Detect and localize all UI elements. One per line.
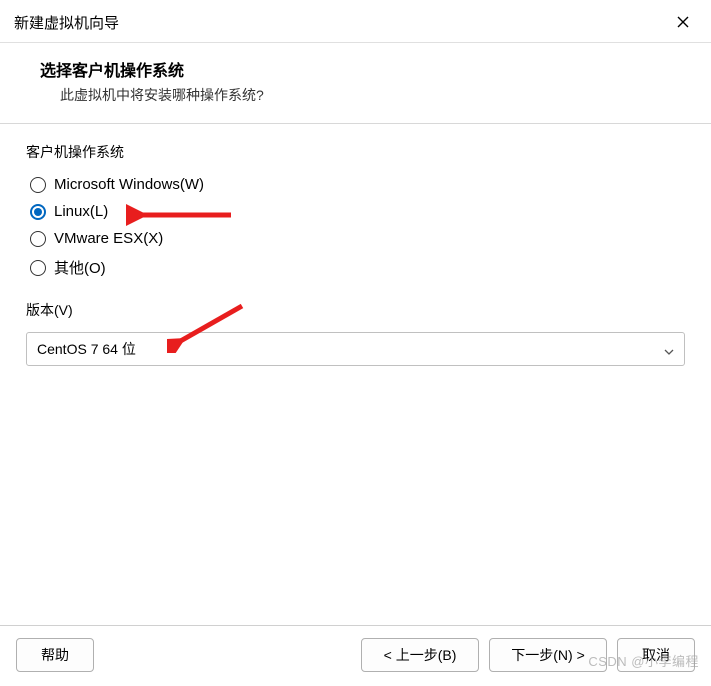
titlebar: 新建虚拟机向导 [0, 0, 711, 43]
radio-other[interactable]: 其他(O) [26, 257, 685, 278]
wizard-content: 客户机操作系统 Microsoft Windows(W) Linux(L) VM… [0, 124, 711, 376]
close-icon [677, 12, 689, 33]
version-select[interactable]: CentOS 7 64 位 [26, 332, 685, 366]
radio-label: 其他(O) [54, 257, 106, 278]
annotation-arrow-icon [126, 201, 236, 229]
back-button[interactable]: < 上一步(B) [361, 638, 479, 672]
radio-icon [30, 260, 46, 276]
help-button[interactable]: 帮助 [16, 638, 94, 672]
version-block: 版本(V) CentOS 7 64 位 [26, 300, 685, 366]
version-selected-value: CentOS 7 64 位 [37, 339, 136, 359]
page-subtitle: 此虚拟机中将安装哪种操作系统? [40, 85, 687, 105]
radio-icon [30, 204, 46, 220]
window-title: 新建虚拟机向导 [14, 12, 119, 33]
chevron-down-icon [664, 344, 674, 354]
radio-icon [30, 231, 46, 247]
version-label: 版本(V) [26, 300, 685, 320]
radio-vmware-esx[interactable]: VMware ESX(X) [26, 230, 685, 247]
radio-icon [30, 177, 46, 193]
radio-label: Linux(L) [54, 203, 108, 220]
radio-windows[interactable]: Microsoft Windows(W) [26, 176, 685, 193]
watermark: CSDN @小李编程 [588, 651, 699, 670]
os-group-label: 客户机操作系统 [26, 142, 685, 162]
wizard-header: 选择客户机操作系统 此虚拟机中将安装哪种操作系统? [0, 43, 711, 124]
radio-linux[interactable]: Linux(L) [26, 203, 685, 220]
close-button[interactable] [669, 8, 697, 36]
radio-label: Microsoft Windows(W) [54, 176, 204, 193]
radio-label: VMware ESX(X) [54, 230, 163, 247]
page-title: 选择客户机操作系统 [40, 57, 687, 81]
